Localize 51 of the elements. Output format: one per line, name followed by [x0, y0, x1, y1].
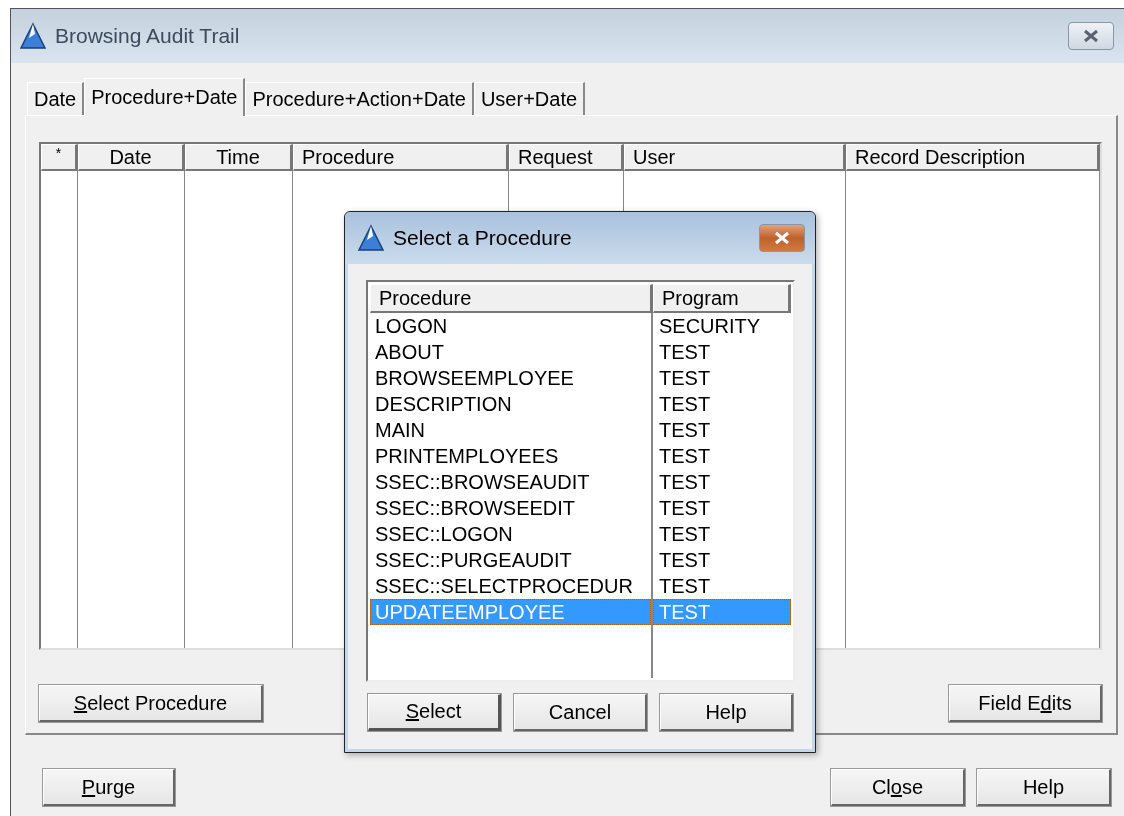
list-cell[interactable]: BROWSEEMPLOYEE — [370, 365, 651, 391]
list-cell[interactable]: SSEC::LOGON — [370, 521, 651, 547]
list-cell[interactable]: SSEC::PURGEAUDIT — [370, 547, 651, 573]
close-icon — [773, 231, 791, 245]
footer-button[interactable]: Close — [831, 769, 965, 806]
list-cell[interactable]: SECURITY — [653, 313, 791, 339]
list-cell[interactable]: TEST — [653, 547, 791, 573]
dialog-button[interactable]: Select — [368, 694, 501, 731]
list-cell[interactable]: TEST — [653, 443, 791, 469]
app-logo-icon — [19, 22, 47, 50]
app-logo-icon — [357, 224, 385, 252]
list-cell[interactable]: PRINTEMPLOYEES — [370, 443, 651, 469]
column-header[interactable]: Time — [185, 144, 293, 171]
list-cell[interactable]: ABOUT — [370, 339, 651, 365]
list-cell[interactable]: TEST — [653, 339, 791, 365]
tab[interactable]: User+Date — [473, 82, 586, 115]
column-header[interactable]: Procedure — [370, 284, 653, 313]
action-button[interactable]: Field Edits — [949, 685, 1102, 722]
list-cell[interactable]: SSEC::BROWSEAUDIT — [370, 469, 651, 495]
footer-button[interactable]: Help — [977, 769, 1111, 806]
tab[interactable]: Procedure+Date — [84, 78, 246, 116]
list-cell[interactable]: DESCRIPTION — [370, 391, 651, 417]
close-button[interactable] — [1068, 22, 1114, 50]
column-header[interactable]: Date — [78, 144, 185, 171]
list-cell[interactable]: TEST — [653, 365, 791, 391]
list-cell[interactable]: TEST — [653, 573, 791, 599]
close-icon — [1082, 29, 1100, 43]
list-cell[interactable]: TEST — [653, 391, 791, 417]
column-header[interactable]: Procedure — [293, 144, 509, 171]
list-cell[interactable]: TEST — [653, 521, 791, 547]
action-button[interactable]: Select Procedure — [39, 685, 263, 722]
list-cell[interactable]: TEST — [653, 469, 791, 495]
column-header[interactable]: * — [41, 144, 78, 171]
list-cell[interactable]: SSEC::BROWSEEDIT — [370, 495, 651, 521]
dialog-button[interactable]: Cancel — [514, 694, 647, 731]
list-cell[interactable]: SSEC::SELECTPROCEDUR — [370, 573, 651, 599]
dialog-button[interactable]: Help — [660, 694, 793, 731]
list-cell[interactable]: LOGON — [370, 313, 651, 339]
column-header[interactable]: Request — [509, 144, 624, 171]
dialog-title: Select a Procedure — [393, 226, 573, 250]
footer-button[interactable]: Purge — [43, 769, 175, 806]
list-cell[interactable]: TEST — [653, 417, 791, 443]
window-title: Browsing Audit Trail — [55, 24, 241, 48]
column-header[interactable]: Record Description — [846, 144, 1100, 171]
list-cell[interactable]: TEST — [653, 495, 791, 521]
list-cell[interactable]: MAIN — [370, 417, 651, 443]
tab[interactable]: Procedure+Action+Date — [245, 82, 474, 115]
column-header[interactable]: Program — [653, 284, 791, 313]
close-button[interactable] — [759, 224, 805, 252]
tab[interactable]: Date — [27, 82, 85, 115]
column-header[interactable]: User — [624, 144, 846, 171]
